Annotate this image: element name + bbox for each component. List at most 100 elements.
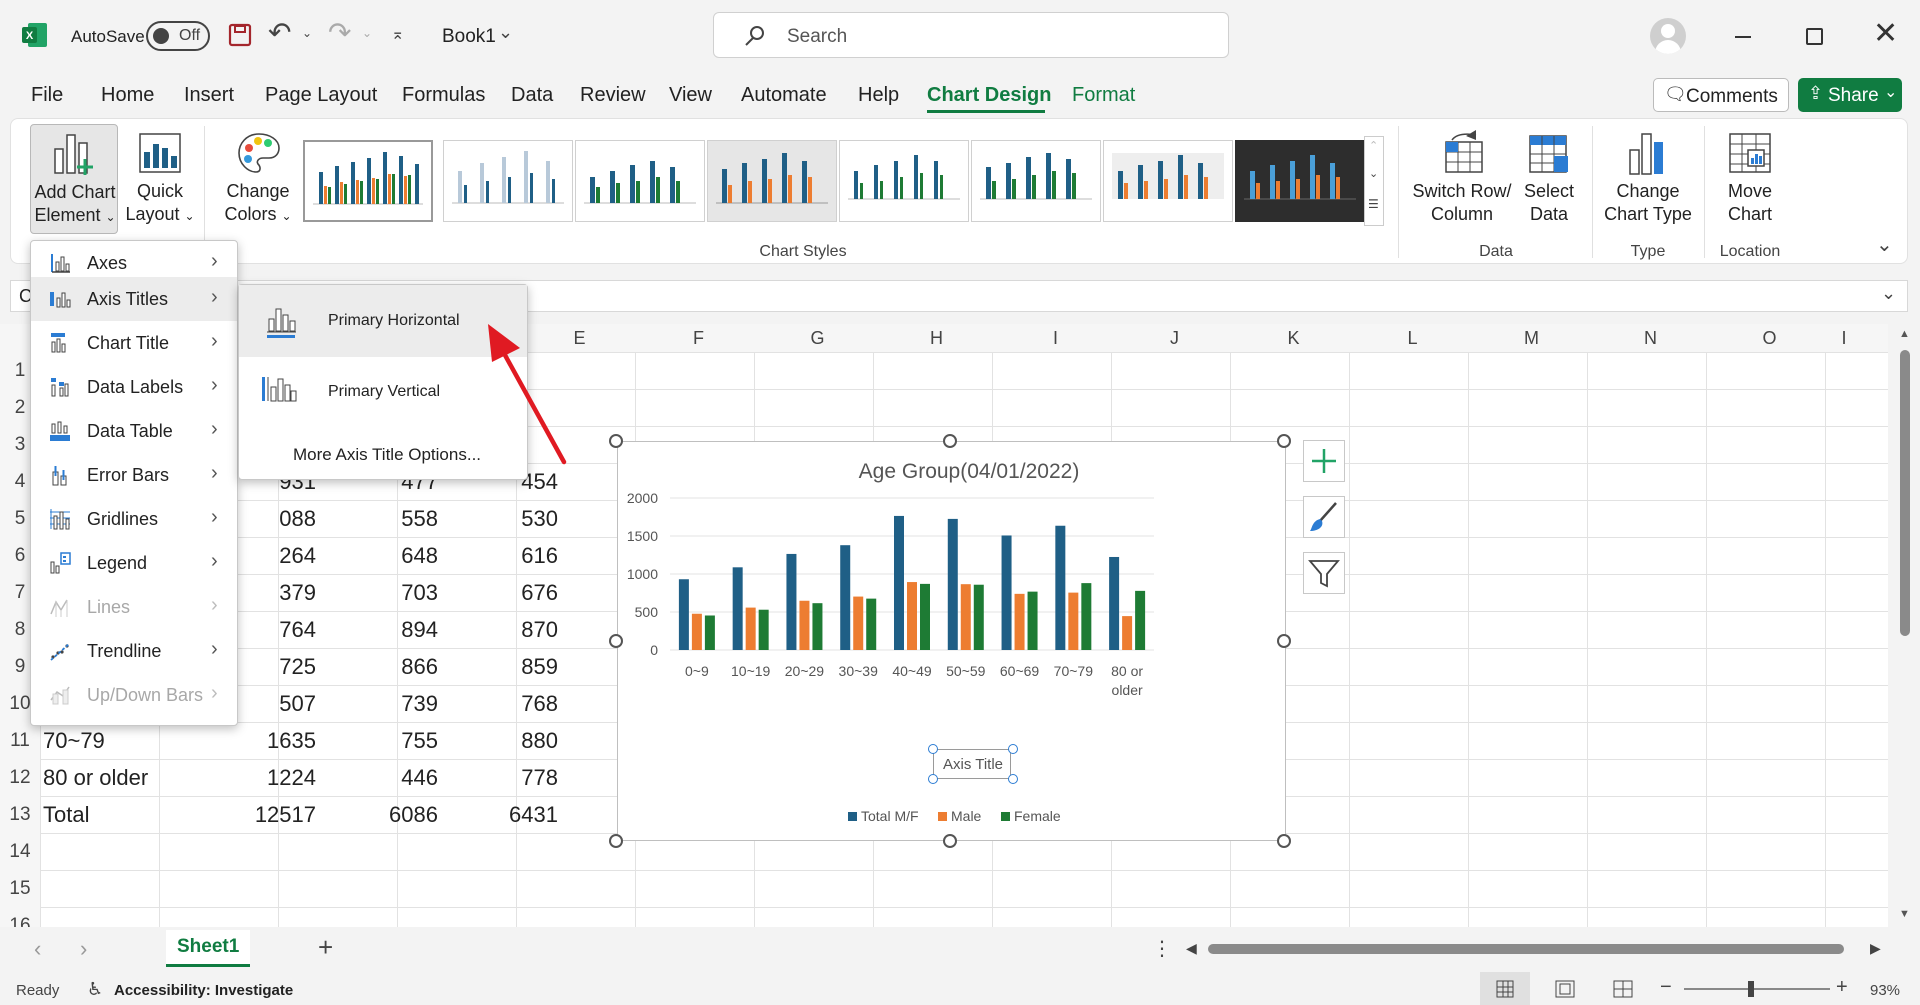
- close-icon[interactable]: ✕: [1873, 16, 1898, 51]
- chart-legend[interactable]: Total M/F Male Female: [848, 808, 1061, 824]
- axis-title-handle[interactable]: [1008, 744, 1018, 754]
- scroll-up-icon[interactable]: ▲: [1899, 328, 1910, 340]
- tab-file[interactable]: File: [31, 84, 63, 107]
- chart-style-4[interactable]: [707, 140, 837, 222]
- axis-title-box[interactable]: Axis Title: [933, 749, 1011, 779]
- row-header[interactable]: 12: [0, 767, 40, 789]
- row-header[interactable]: 13: [0, 804, 40, 826]
- formula-expand-icon[interactable]: ⌄: [1881, 283, 1896, 304]
- gallery-up-icon[interactable]: ⌃: [1369, 139, 1378, 152]
- chart-filters-button[interactable]: [1303, 552, 1345, 594]
- chart-resize-handle[interactable]: [943, 434, 957, 448]
- chart-resize-handle[interactable]: [1277, 434, 1291, 448]
- column-header[interactable]: I: [1829, 324, 1859, 352]
- switch-row-column-button[interactable]: Switch Row/Column: [1408, 124, 1516, 234]
- column-header[interactable]: G: [758, 324, 877, 352]
- zoom-slider-thumb[interactable]: [1748, 981, 1754, 997]
- tab-data[interactable]: Data: [511, 84, 553, 107]
- minimize-icon[interactable]: [1735, 36, 1751, 38]
- undo-icon[interactable]: ↶: [268, 16, 291, 49]
- tab-view[interactable]: View: [669, 84, 712, 107]
- normal-view-button[interactable]: [1480, 972, 1530, 1005]
- menu-item-chart-title[interactable]: Chart Title ›: [31, 321, 237, 365]
- avatar[interactable]: [1650, 18, 1686, 54]
- chart-area[interactable]: Age Group(04/01/2022) 0 500 1000 1500 2000 0…: [617, 441, 1286, 841]
- chart-style-3[interactable]: [575, 140, 705, 222]
- accessibility-icon[interactable]: ♿: [87, 979, 103, 1000]
- add-sheet-icon[interactable]: +: [318, 932, 333, 963]
- chart-resize-handle[interactable]: [609, 834, 623, 848]
- menu-item-trendline[interactable]: Trendline ›: [31, 629, 237, 673]
- column-header[interactable]: H: [877, 324, 996, 352]
- accessibility-status[interactable]: Accessibility: Investigate: [114, 982, 293, 999]
- tab-page-layout[interactable]: Page Layout: [265, 84, 377, 107]
- quick-layout-button[interactable]: Quick Layout ⌄: [124, 124, 196, 234]
- prev-sheet-icon[interactable]: ‹: [34, 936, 41, 962]
- gallery-down-icon[interactable]: ⌄: [1369, 167, 1378, 180]
- redo-dropdown-icon[interactable]: ⌄: [362, 26, 372, 40]
- scroll-left-icon[interactable]: ◀: [1186, 940, 1197, 957]
- tab-help[interactable]: Help: [858, 84, 899, 107]
- search-box[interactable]: Search: [713, 12, 1229, 58]
- workbook-name-chevron-icon[interactable]: ⌄: [498, 22, 513, 43]
- chart-elements-button[interactable]: [1303, 440, 1345, 482]
- chart-style-8[interactable]: [1235, 140, 1365, 222]
- table-row[interactable]: 70~79 1635 755 880: [42, 722, 558, 759]
- change-chart-type-button[interactable]: Change Chart Type: [1600, 124, 1696, 234]
- axis-title-handle[interactable]: [928, 744, 938, 754]
- row-header[interactable]: 15: [0, 878, 40, 900]
- tab-chart-design[interactable]: Chart Design: [927, 84, 1051, 107]
- restore-icon[interactable]: [1806, 28, 1823, 45]
- menu-item-data-labels[interactable]: Data Labels ›: [31, 365, 237, 409]
- add-chart-element-button[interactable]: Add Chart Element ⌄: [30, 124, 118, 234]
- table-row[interactable]: Total 12517 6086 6431: [42, 796, 558, 833]
- save-icon[interactable]: [228, 23, 252, 47]
- chart-style-2[interactable]: [443, 140, 573, 222]
- chart-style-1[interactable]: [303, 140, 433, 222]
- chart-style-7[interactable]: [1103, 140, 1233, 222]
- change-colors-button[interactable]: Change Colors ⌄: [216, 124, 300, 234]
- ribbon-collapse-icon[interactable]: ⌄: [1876, 232, 1893, 257]
- chart-resize-handle[interactable]: [1277, 834, 1291, 848]
- column-header[interactable]: L: [1353, 324, 1472, 352]
- chart-resize-handle[interactable]: [609, 434, 623, 448]
- column-header[interactable]: M: [1472, 324, 1591, 352]
- tab-formulas[interactable]: Formulas: [402, 84, 485, 107]
- scroll-right-icon[interactable]: ▶: [1870, 940, 1881, 957]
- redo-icon[interactable]: ↷: [328, 16, 351, 49]
- customize-toolbar-icon[interactable]: ⌅: [391, 24, 404, 44]
- move-chart-button[interactable]: Move Chart: [1712, 124, 1788, 234]
- tab-format[interactable]: Format: [1072, 84, 1135, 107]
- vertical-scrollbar[interactable]: ▲ ▼: [1890, 324, 1920, 930]
- column-header[interactable]: J: [1115, 324, 1234, 352]
- column-header[interactable]: O: [1710, 324, 1829, 352]
- next-sheet-icon[interactable]: ›: [80, 936, 87, 962]
- zoom-level[interactable]: 93%: [1870, 982, 1900, 999]
- axis-title-handle[interactable]: [1008, 774, 1018, 784]
- tab-insert[interactable]: Insert: [184, 84, 234, 107]
- row-header[interactable]: 16: [0, 915, 40, 927]
- axis-title-handle[interactable]: [928, 774, 938, 784]
- column-header[interactable]: K: [1234, 324, 1353, 352]
- chart-title[interactable]: Age Group(04/01/2022): [859, 460, 1080, 483]
- column-header[interactable]: N: [1591, 324, 1710, 352]
- menu-item-gridlines[interactable]: Gridlines ›: [31, 497, 237, 541]
- zoom-in-icon[interactable]: +: [1836, 976, 1848, 999]
- more-options-icon[interactable]: ⋮: [1152, 936, 1172, 961]
- row-header[interactable]: 14: [0, 841, 40, 863]
- tab-review[interactable]: Review: [580, 84, 646, 107]
- chart-style-5[interactable]: [839, 140, 969, 222]
- menu-item-axis-titles[interactable]: Axis Titles ›: [31, 277, 237, 321]
- row-header[interactable]: 11: [0, 730, 40, 752]
- gallery-more-icon[interactable]: ☰: [1368, 197, 1379, 211]
- menu-item-error-bars[interactable]: Error Bars ›: [31, 453, 237, 497]
- autosave-toggle[interactable]: Off: [146, 21, 210, 51]
- tab-home[interactable]: Home: [101, 84, 154, 107]
- sheet-tab-sheet1[interactable]: Sheet1: [166, 930, 250, 967]
- horizontal-scroll-thumb[interactable]: [1208, 944, 1844, 954]
- chart-resize-handle[interactable]: [1277, 634, 1291, 648]
- undo-dropdown-icon[interactable]: ⌄: [302, 26, 312, 40]
- chart-resize-handle[interactable]: [609, 634, 623, 648]
- table-row[interactable]: 80 or older 1224 446 778: [42, 759, 558, 796]
- zoom-slider-track[interactable]: [1684, 988, 1830, 990]
